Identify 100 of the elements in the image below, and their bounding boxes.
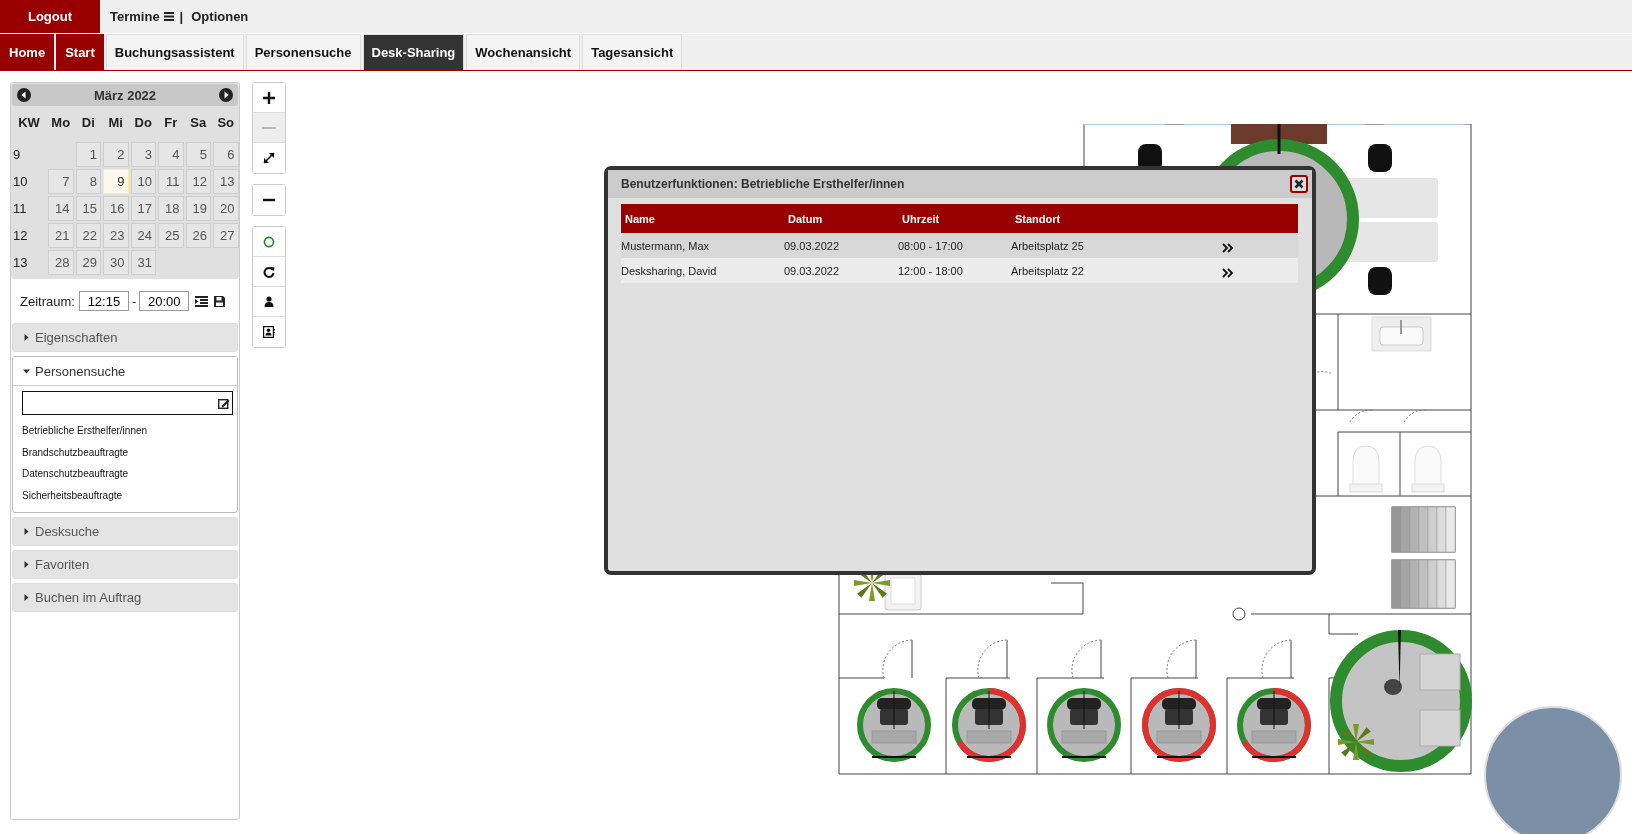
day-cell[interactable]: 17 — [130, 196, 156, 221]
double-chevron-icon — [1221, 242, 1233, 253]
termine-menu-button[interactable]: Termine — [110, 9, 174, 24]
pillar-icon — [1232, 607, 1246, 621]
list-icon[interactable] — [195, 295, 209, 307]
week-number: 11 — [12, 201, 28, 216]
nav-tab[interactable]: Personensuche — [245, 34, 361, 70]
zoom-in-button[interactable] — [253, 83, 285, 113]
optionen-link[interactable]: Optionen — [191, 9, 249, 24]
day-cell[interactable]: 8 — [75, 169, 101, 194]
weekday-label: Di — [80, 114, 96, 132]
day-cell[interactable]: 19 — [185, 196, 211, 221]
double-chevron-icon — [1221, 267, 1233, 278]
day-cell[interactable]: 13 — [213, 169, 239, 194]
nav-tab[interactable]: Wochenansicht — [466, 34, 581, 70]
weekday-label: Sa — [189, 114, 208, 132]
day-cell[interactable]: 27 — [213, 223, 239, 248]
day-cell[interactable]: 24 — [130, 223, 156, 248]
day-cell[interactable]: 29 — [75, 250, 101, 275]
caret-right-icon — [23, 334, 30, 341]
day-cell[interactable]: 25 — [158, 223, 184, 248]
month-title: März 2022 — [93, 87, 157, 103]
accordion-header[interactable]: Buchen im Auftrag — [12, 583, 238, 612]
role-list-item[interactable]: Brandschutzbeauftragte — [22, 445, 235, 467]
circle-icon — [263, 235, 275, 248]
nav-tab[interactable]: Desk-Sharing — [362, 34, 465, 70]
weekday-label: Fr — [163, 114, 179, 132]
day-cell[interactable]: 30 — [103, 250, 129, 275]
accordion-header[interactable]: Personensuche — [13, 357, 237, 386]
circle-button[interactable] — [253, 227, 285, 257]
next-month-icon[interactable] — [219, 88, 233, 102]
desk-booking-ring[interactable] — [1047, 688, 1121, 762]
day-cell[interactable]: 26 — [185, 223, 211, 248]
accordion-header[interactable]: Eigenschaften — [12, 323, 238, 352]
role-list-item[interactable]: Betriebliche Ersthelfer/innen — [22, 424, 235, 446]
accordion-header[interactable]: Desksuche — [12, 517, 238, 546]
role-list-item[interactable]: Datenschutzbeauftragte — [22, 467, 235, 489]
zoom-out-icon — [262, 126, 276, 129]
day-cell[interactable]: 23 — [103, 223, 129, 248]
table-cell-text: Arbeitsplatz 25 — [1011, 239, 1085, 252]
day-cell[interactable]: 11 — [158, 169, 184, 194]
day-cell[interactable]: 16 — [103, 196, 129, 221]
sink-icon — [1371, 316, 1432, 352]
nav-tab[interactable]: Start — [56, 34, 104, 70]
day-cell[interactable]: 4 — [158, 142, 184, 167]
day-cell[interactable]: 15 — [75, 196, 101, 221]
end-time-field[interactable]: 20:00 — [139, 291, 190, 311]
day-cell[interactable]: 18 — [158, 196, 184, 221]
desk-booking-ring[interactable] — [1142, 688, 1216, 762]
day-cell[interactable]: 10 — [130, 169, 156, 194]
day-cell[interactable]: 22 — [75, 223, 101, 248]
desk-booking-ring[interactable] — [857, 688, 931, 762]
accordion-header[interactable]: Favoriten — [12, 550, 238, 579]
day-cell[interactable]: 1 — [75, 142, 101, 167]
table-cell-text: 12:00 - 18:00 — [898, 264, 964, 277]
day-cell[interactable]: 14 — [48, 196, 74, 221]
nav-tab[interactable]: Home — [0, 34, 55, 70]
desk-booking-ring[interactable] — [1237, 688, 1311, 762]
day-cell[interactable]: 7 — [48, 169, 74, 194]
day-cell[interactable]: 28 — [48, 250, 74, 275]
dash-text: - — [131, 293, 137, 309]
table-cell-text: Mustermann, Max — [621, 239, 711, 252]
logout-button[interactable]: Logout — [0, 0, 100, 33]
day-cell[interactable]: 31 — [130, 250, 156, 275]
column-header: Name — [624, 212, 656, 225]
day-cell[interactable]: 21 — [48, 223, 74, 248]
nav-tab[interactable]: Tagesansicht — [582, 34, 683, 70]
dialog-title: Benutzerfunktionen: Betriebliche Ersthelfer/innen — [621, 177, 905, 191]
expand-icon — [262, 151, 276, 165]
nav-tab[interactable]: Buchungsassistent — [105, 34, 244, 70]
day-cell[interactable]: 9 — [103, 169, 129, 194]
zoom-in-icon — [262, 90, 276, 105]
column-header: Standort — [1014, 212, 1062, 225]
role-list-item[interactable]: Sicherheitsbeauftragte — [22, 488, 235, 510]
separator-text: | — [179, 9, 184, 24]
weekday-label: So — [216, 114, 236, 132]
close-button[interactable] — [1290, 175, 1308, 193]
table-cell-text: 09.03.2022 — [784, 239, 841, 252]
table-cell-text: Desksharing, David — [621, 264, 718, 277]
week-number: 13 — [12, 255, 29, 270]
save-icon[interactable] — [214, 295, 226, 307]
plant-icon — [1338, 724, 1374, 760]
day-cell[interactable]: 3 — [130, 142, 156, 167]
start-time-field[interactable]: 12:15 — [78, 291, 129, 311]
day-cell[interactable]: 12 — [185, 169, 211, 194]
double-chevron-button[interactable] — [1220, 240, 1234, 255]
time-range-label: Zeitraum: — [20, 293, 75, 309]
day-cell[interactable]: 2 — [103, 142, 129, 167]
double-chevron-button[interactable] — [1220, 265, 1234, 280]
previous-month-icon[interactable] — [17, 88, 31, 102]
caret-right-icon — [23, 561, 30, 568]
stairs-drawing — [1391, 559, 1456, 609]
edit-icon — [218, 397, 230, 409]
day-cell[interactable]: 6 — [213, 142, 239, 167]
search-field[interactable] — [22, 391, 233, 415]
day-cell[interactable]: 5 — [185, 142, 211, 167]
day-cell[interactable]: 20 — [213, 196, 239, 221]
desk-booking-ring[interactable] — [952, 688, 1026, 762]
toilet-icon — [1349, 445, 1383, 493]
minus-button[interactable] — [253, 185, 285, 215]
